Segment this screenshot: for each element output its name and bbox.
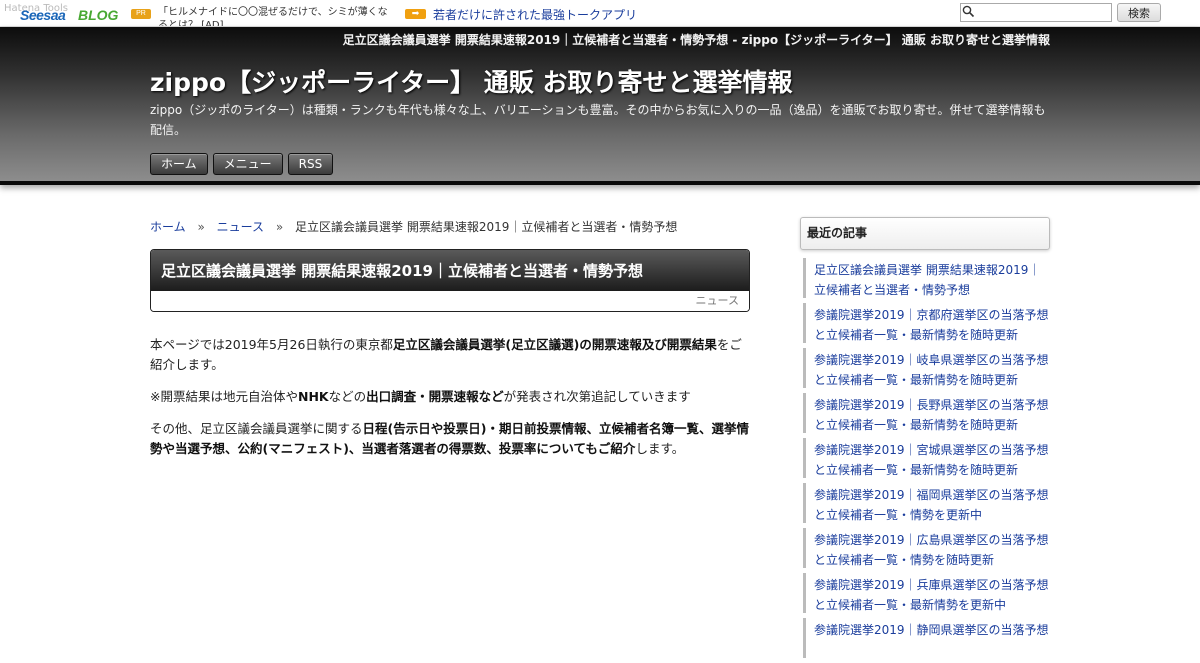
site-header: 足立区議会議員選挙 開票結果速報2019｜立候補者と当選者・情勢予想 - zip… — [0, 27, 1200, 185]
breadcrumb-home-link[interactable]: ホーム — [150, 220, 186, 234]
paragraph-text: ※開票結果は地元自治体や — [150, 389, 298, 404]
paragraph-text: その他、足立区議会議員選挙に関する — [150, 421, 363, 436]
paragraph-text: などの — [328, 389, 367, 404]
paragraph-bold: 足立区議会議員選挙(足立区議選)の開票速報及び開票結果 — [392, 337, 717, 352]
search-button[interactable]: 検索 — [1117, 3, 1161, 22]
recent-post-link[interactable]: 参議院選挙2019｜長野県選挙区の当落予想と立候補者一覧・最新情勢を随時更新 — [814, 398, 1049, 432]
recent-posts-list: 足立区議会議員選挙 開票結果速報2019｜立候補者と当選者・情勢予想 参議院選挙… — [800, 258, 1050, 658]
article-title: 足立区議会議員選挙 開票結果速報2019｜立候補者と当選者・情勢予想 — [161, 262, 643, 280]
recent-posts-heading: 最近の記事 — [800, 217, 1050, 250]
article-paragraph: その他、足立区議会議員選挙に関する日程(告示日や投票日)・期日前投票情報、立候補… — [150, 419, 750, 459]
article-body: 本ページでは2019年5月26日執行の東京都足立区議会議員選挙(足立区議選)の開… — [150, 335, 750, 471]
global-nav: ホーム メニュー RSS — [150, 153, 334, 175]
breadcrumb-separator: » — [197, 220, 205, 234]
article-paragraph: ※開票結果は地元自治体やNHKなどの出口調査・開票速報などが発表され次第追記して… — [150, 387, 750, 407]
paragraph-text: 本ページでは2019年5月26日執行の東京都 — [150, 337, 393, 352]
paragraph-text: します。 — [635, 441, 685, 456]
search-input[interactable] — [960, 3, 1112, 22]
breadcrumb: ホーム » ニュース » 足立区議会議員選挙 開票結果速報2019｜立候補者と当… — [150, 218, 677, 235]
list-item: 参議院選挙2019｜宮城県選挙区の当落予想と立候補者一覧・最新情勢を随時更新 — [803, 438, 1050, 478]
list-item: 参議院選挙2019｜福岡県選挙区の当落予想と立候補者一覧・情勢を更新中 — [803, 483, 1050, 523]
nav-home-button[interactable]: ホーム — [150, 153, 208, 175]
promo-link[interactable]: 若者だけに許された最強トークアプリ — [433, 6, 637, 23]
list-item: 参議院選挙2019｜長野県選挙区の当落予想と立候補者一覧・最新情勢を随時更新 — [803, 393, 1050, 433]
article-category: ニュース — [151, 291, 749, 311]
paragraph-bold: 出口調査・開票速報など — [366, 389, 504, 404]
recent-post-link[interactable]: 参議院選挙2019｜岐阜県選挙区の当落予想と立候補者一覧・最新情勢を随時更新 — [814, 353, 1049, 387]
nav-rss-button[interactable]: RSS — [287, 153, 334, 175]
article-header: 足立区議会議員選挙 開票結果速報2019｜立候補者と当選者・情勢予想 ニュース — [150, 249, 750, 312]
list-item: 参議院選挙2019｜静岡県選挙区の当落予想 — [803, 618, 1050, 658]
breadcrumb-category-link[interactable]: ニュース — [217, 220, 264, 234]
ad-link[interactable]: 「ヒルメナイドに〇〇混ぜるだけで、シミが薄くなるとは？ [AD] — [158, 6, 394, 26]
breadcrumb-separator: » — [275, 220, 284, 234]
recent-post-link[interactable]: 参議院選挙2019｜京都府選挙区の当落予想と立候補者一覧・最新情勢を随時更新 — [814, 308, 1049, 342]
article-category-link[interactable]: ニュース — [696, 294, 739, 307]
paragraph-bold: NHK — [297, 389, 329, 404]
list-item: 参議院選挙2019｜京都府選挙区の当落予想と立候補者一覧・最新情勢を随時更新 — [803, 303, 1050, 343]
breadcrumb-current: 足立区議会議員選挙 開票結果速報2019｜立候補者と当選者・情勢予想 — [295, 220, 678, 234]
pr-badge: PR — [131, 9, 151, 19]
seesaa-topbar: Hatena Tools Seesaa BLOG PR 「ヒルメナイドに〇〇混ぜ… — [0, 0, 1200, 27]
site-description: zippo（ジッポのライター）は種類・ランクも年代も様々な上、バリエーションも豊… — [150, 103, 1046, 137]
list-item: 足立区議会議員選挙 開票結果速報2019｜立候補者と当選者・情勢予想 — [803, 258, 1050, 298]
article-title-bar: 足立区議会議員選挙 開票結果速報2019｜立候補者と当選者・情勢予想 — [151, 250, 749, 291]
recent-post-link[interactable]: 参議院選挙2019｜広島県選挙区の当落予想と立候補者一覧・情勢を随時更新 — [814, 533, 1049, 567]
site-title[interactable]: zippo【ジッポーライター】 通販 お取り寄せと選挙情報 — [150, 63, 793, 99]
logo-seesaa-text: Seesaa — [20, 7, 66, 23]
article-paragraph: 本ページでは2019年5月26日執行の東京都足立区議会議員選挙(足立区議選)の開… — [150, 335, 750, 375]
recent-post-link[interactable]: 参議院選挙2019｜兵庫県選挙区の当落予想と立候補者一覧・最新情勢を更新中 — [814, 578, 1049, 612]
page-heading: 足立区議会議員選挙 開票結果速報2019｜立候補者と当選者・情勢予想 - zip… — [342, 33, 1050, 47]
recent-post-link[interactable]: 足立区議会議員選挙 開票結果速報2019｜立候補者と当選者・情勢予想 — [814, 263, 1040, 297]
sidebar: 最近の記事 足立区議会議員選挙 開票結果速報2019｜立候補者と当選者・情勢予想… — [800, 217, 1050, 663]
list-item: 参議院選挙2019｜兵庫県選挙区の当落予想と立候補者一覧・最新情勢を更新中 — [803, 573, 1050, 613]
paragraph-text: が発表され次第追記していきます — [503, 389, 691, 404]
list-item: 参議院選挙2019｜広島県選挙区の当落予想と立候補者一覧・情勢を随時更新 — [803, 528, 1050, 568]
recent-post-link[interactable]: 参議院選挙2019｜静岡県選挙区の当落予想 — [814, 623, 1049, 637]
arrow-right-icon: ➡ — [405, 9, 426, 19]
nav-menu-button[interactable]: メニュー — [212, 153, 283, 175]
search-icon — [962, 5, 975, 18]
logo-blog-text: BLOG — [78, 7, 119, 23]
seesaa-blog-logo[interactable]: Hatena Tools Seesaa BLOG — [4, 3, 118, 23]
recent-post-link[interactable]: 参議院選挙2019｜宮城県選挙区の当落予想と立候補者一覧・最新情勢を随時更新 — [814, 443, 1049, 477]
recent-post-link[interactable]: 参議院選挙2019｜福岡県選挙区の当落予想と立候補者一覧・情勢を更新中 — [814, 488, 1049, 522]
list-item: 参議院選挙2019｜岐阜県選挙区の当落予想と立候補者一覧・最新情勢を随時更新 — [803, 348, 1050, 388]
